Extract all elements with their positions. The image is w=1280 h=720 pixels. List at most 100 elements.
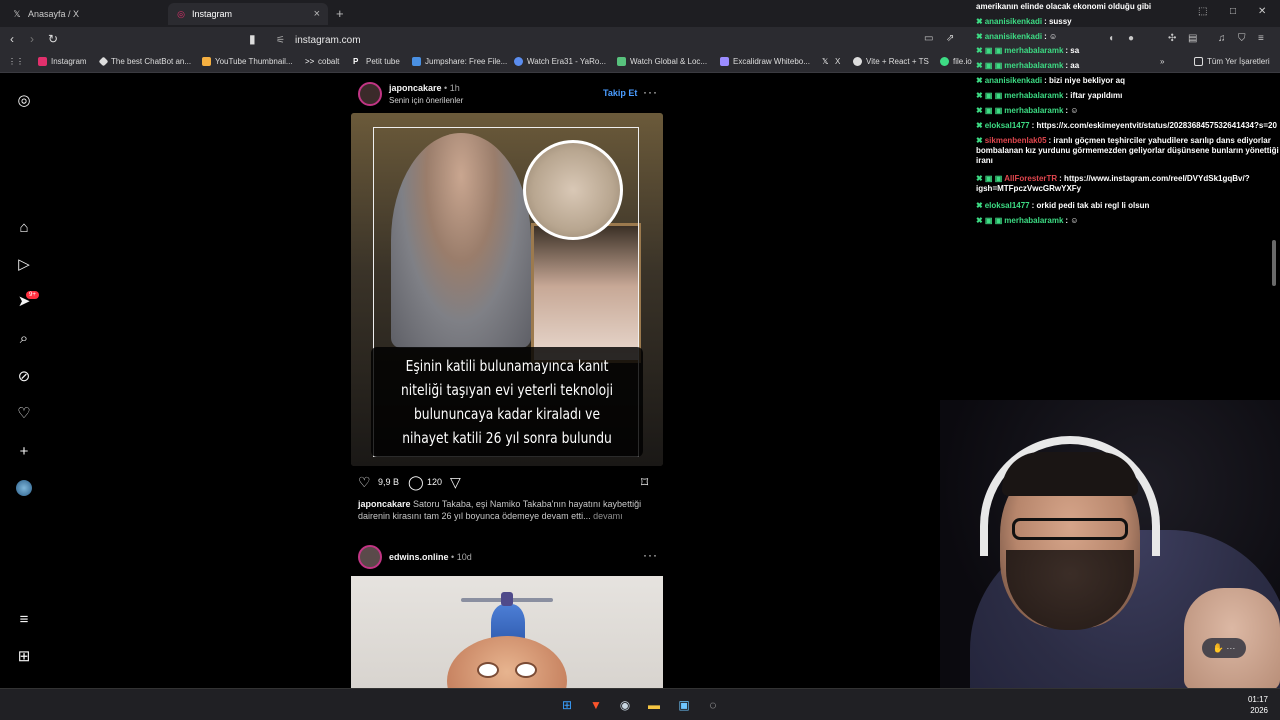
- post-username[interactable]: edwins.online • 10d: [389, 552, 472, 562]
- caption-username[interactable]: japoncakare: [358, 499, 411, 509]
- tab-x-home[interactable]: 𝕏 Anasayfa / X: [4, 3, 164, 25]
- chat-badge-icon: ✖: [976, 76, 983, 85]
- post-image[interactable]: Eşinin katili bulunamayınca kanıt niteli…: [351, 113, 663, 466]
- tab-title: Instagram: [192, 9, 233, 19]
- share-icon[interactable]: ▽: [450, 474, 461, 491]
- more-options-icon[interactable]: ···: [643, 85, 658, 99]
- site-settings-icon[interactable]: ⚟: [276, 35, 285, 46]
- post-username[interactable]: japoncakare • 1h: [389, 83, 460, 93]
- home-icon[interactable]: ⌂: [14, 217, 34, 237]
- more-menu-icon[interactable]: ≡: [14, 609, 34, 629]
- cast-icon[interactable]: ▭: [924, 33, 933, 44]
- chat-username[interactable]: eloksal1477: [985, 201, 1030, 210]
- bookmark-item[interactable]: Instagram: [38, 57, 87, 66]
- bookmark-item[interactable]: 𝕏X: [822, 57, 840, 66]
- bookmark-favicon: [38, 57, 47, 66]
- chat-username[interactable]: merhabalaramk: [1004, 216, 1063, 225]
- chat-message: amerikanın elinde olacak ekonomi olduğu …: [976, 2, 1280, 12]
- chat-username[interactable]: sikmenbenlak05: [985, 136, 1047, 145]
- chat-message: ✖ sikmenbenlak05: iranlı göçmen teşhircil…: [976, 136, 1280, 166]
- post-caption: japoncakare Satoru Takaba, eşi Namiko Ta…: [358, 498, 658, 522]
- chat-username[interactable]: merhabalaramk: [1004, 106, 1063, 115]
- also-from-meta-icon[interactable]: ⊞: [14, 646, 34, 666]
- steam-icon[interactable]: ◉: [615, 695, 635, 715]
- obs-icon[interactable]: ◌: [703, 695, 723, 715]
- chat-username[interactable]: AllForesterTR: [1004, 174, 1057, 183]
- bookmark-label: The best ChatBot an...: [111, 57, 192, 66]
- more-link[interactable]: devamı: [593, 511, 623, 521]
- bookmark-item[interactable]: Jumpshare: Free File...: [412, 57, 507, 66]
- chat-message: ✖ ▣ ▣ merhabalaramk: sa: [976, 46, 1280, 56]
- reload-icon[interactable]: ↻: [48, 32, 58, 46]
- share-icon[interactable]: ⇗: [946, 33, 954, 44]
- webcam-glasses: [1012, 518, 1128, 540]
- post-avatar[interactable]: [358, 545, 382, 569]
- file-explorer-icon[interactable]: ▬: [644, 695, 664, 715]
- bookmark-item[interactable]: The best ChatBot an...: [98, 56, 192, 67]
- tab-title: Anasayfa / X: [28, 9, 80, 19]
- bookmark-label: Vite + React + TS: [866, 57, 929, 66]
- chat-username[interactable]: ananisikenkadi: [985, 32, 1042, 41]
- more-options-icon[interactable]: ···: [643, 548, 658, 562]
- search-icon[interactable]: ⌕: [14, 328, 34, 348]
- post-time: • 10d: [451, 552, 472, 562]
- chat-text: : sussy: [1044, 17, 1072, 26]
- image-propeller-hub: [501, 592, 513, 606]
- chat-username[interactable]: merhabalaramk: [1004, 46, 1063, 55]
- chat-username[interactable]: merhabalaramk: [1004, 91, 1063, 100]
- bookmark-label: cobalt: [318, 57, 340, 66]
- bookmark-item[interactable]: Watch Global & Loc...: [617, 57, 707, 66]
- create-icon[interactable]: +: [14, 441, 34, 461]
- comment-icon[interactable]: ◯: [408, 474, 424, 491]
- bookmark-favicon: [412, 57, 421, 66]
- clock-date: 2026: [1250, 706, 1268, 715]
- close-tab-icon[interactable]: ×: [314, 8, 320, 20]
- bookmark-item[interactable]: file.io: [940, 57, 972, 66]
- new-tab-icon[interactable]: +: [336, 6, 344, 21]
- chat-username[interactable]: eloksal1477: [985, 121, 1030, 130]
- post-avatar[interactable]: [358, 82, 382, 106]
- app-icon[interactable]: ▣: [674, 695, 694, 715]
- page-scrollbar[interactable]: [1272, 240, 1276, 286]
- bookmark-icon[interactable]: ▮: [249, 32, 256, 46]
- profile-avatar[interactable]: [14, 478, 34, 498]
- chat-username[interactable]: merhabalaramk: [1004, 61, 1063, 70]
- bookmark-item[interactable]: >> cobalt: [305, 57, 339, 66]
- bookmark-favicon: [617, 57, 626, 66]
- like-icon[interactable]: ♡: [358, 474, 371, 491]
- chat-text: : bizi niye bekliyor aq: [1044, 76, 1125, 85]
- bookmark-item[interactable]: P Petit tube: [353, 57, 400, 66]
- system-clock[interactable]: 01:17 2026: [1248, 694, 1268, 716]
- forward-icon[interactable]: ›: [30, 32, 34, 46]
- reels-icon[interactable]: ▷: [14, 254, 34, 274]
- windows-start-icon[interactable]: ⊞: [557, 695, 577, 715]
- bookmark-favicon: [720, 57, 729, 66]
- chat-username[interactable]: ananisikenkadi: [985, 76, 1042, 85]
- bookmark-label: Excalidraw Whitebo...: [733, 57, 810, 66]
- apps-grid-icon[interactable]: ⋮⋮: [8, 57, 24, 66]
- explore-icon[interactable]: ⊘: [14, 366, 34, 386]
- bookmark-item[interactable]: Watch Era31 - YaRo...: [514, 57, 606, 66]
- bookmark-favicon: >>: [305, 57, 315, 66]
- chat-text: : https://x.com/eskimeyentvit/status/202…: [1031, 121, 1277, 130]
- save-icon[interactable]: ⌑: [641, 474, 648, 491]
- bookmark-item[interactable]: YouTube Thumbnail...: [202, 57, 293, 66]
- url-text: instagram.com: [294, 34, 361, 46]
- chat-badge-icon: ✖: [976, 136, 983, 145]
- bookmark-item[interactable]: Vite + React + TS: [853, 57, 929, 66]
- follow-button[interactable]: Takip Et: [603, 88, 637, 98]
- brave-browser-icon[interactable]: ▼: [586, 695, 606, 715]
- instagram-logo-icon[interactable]: ◎: [14, 90, 34, 110]
- post-actions: ♡ 9,9 B ◯ 120 ▽ ⌑: [358, 474, 662, 492]
- bookmark-favicon: [940, 57, 949, 66]
- reaction-pill[interactable]: ✋ ···: [1202, 638, 1246, 658]
- chat-username[interactable]: ananisikenkadi: [985, 17, 1042, 26]
- address-bar[interactable]: ⚟ instagram.com: [270, 30, 970, 50]
- tab-instagram[interactable]: ◎ Instagram ×: [168, 3, 328, 25]
- username-text: japoncakare: [389, 83, 442, 93]
- back-icon[interactable]: ‹: [10, 32, 14, 46]
- bookmark-favicon: [853, 57, 862, 66]
- notifications-heart-icon[interactable]: ♡: [14, 403, 34, 423]
- bookmark-item[interactable]: Excalidraw Whitebo...: [720, 57, 810, 66]
- post-image[interactable]: [351, 576, 663, 688]
